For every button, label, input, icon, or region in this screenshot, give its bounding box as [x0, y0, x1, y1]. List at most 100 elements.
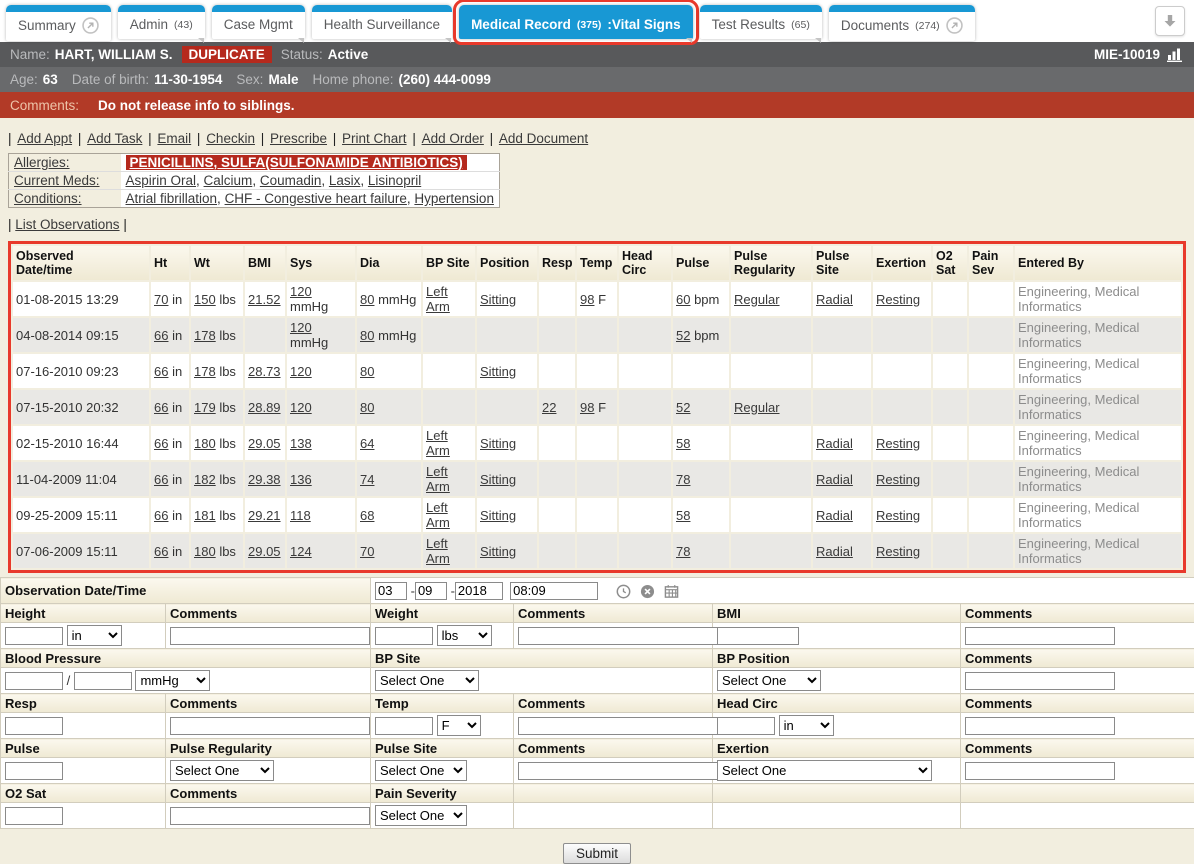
action-link-prescribe[interactable]: Prescribe: [270, 131, 327, 146]
condition-link[interactable]: Atrial fibrillation: [126, 191, 218, 206]
exertion-comments-input[interactable]: [965, 762, 1115, 780]
download-panel-button[interactable]: [1155, 6, 1185, 36]
observation-value-link[interactable]: 28.73: [248, 364, 281, 379]
clock-icon[interactable]: [616, 584, 631, 599]
bmi-input[interactable]: [717, 627, 799, 645]
clear-icon[interactable]: [640, 584, 655, 599]
observation-value-link[interactable]: 66: [154, 544, 168, 559]
medication-link[interactable]: Lisinopril: [368, 173, 421, 188]
observation-value-link[interactable]: 66: [154, 508, 168, 523]
observation-value-link[interactable]: 180: [194, 544, 216, 559]
height-input[interactable]: [5, 627, 63, 645]
observation-value-link[interactable]: Regular: [734, 400, 780, 415]
observation-value-link[interactable]: 28.89: [248, 400, 281, 415]
open-in-new-icon[interactable]: [946, 17, 963, 34]
height-unit-select[interactable]: in: [67, 625, 122, 646]
submit-button[interactable]: Submit: [563, 843, 631, 864]
temp-comments-input[interactable]: [518, 717, 723, 735]
observation-value-link[interactable]: Left Arm: [426, 284, 450, 314]
tab-test-results[interactable]: Test Results(65): [700, 5, 822, 39]
observation-value-link[interactable]: 124: [290, 544, 312, 559]
condition-link[interactable]: Hypertension: [414, 191, 494, 206]
observation-value-link[interactable]: Radial: [816, 292, 853, 307]
weight-input[interactable]: [375, 627, 433, 645]
observation-value-link[interactable]: 66: [154, 472, 168, 487]
o2-sat-comments-input[interactable]: [170, 807, 370, 825]
observation-value-link[interactable]: 80: [360, 400, 374, 415]
observation-value-link[interactable]: 138: [290, 436, 312, 451]
observation-value-link[interactable]: 68: [360, 508, 374, 523]
condition-link[interactable]: CHF - Congestive heart failure: [225, 191, 407, 206]
observation-value-link[interactable]: Radial: [816, 508, 853, 523]
weight-unit-select[interactable]: lbs: [437, 625, 492, 646]
observation-value-link[interactable]: 180: [194, 436, 216, 451]
observation-value-link[interactable]: 64: [360, 436, 374, 451]
bp-systolic-input[interactable]: [5, 672, 63, 690]
observation-value-link[interactable]: 150: [194, 292, 216, 307]
observation-value-link[interactable]: Sitting: [480, 472, 516, 487]
conditions-link[interactable]: Conditions:: [14, 191, 82, 206]
tab-case-mgmt[interactable]: Case Mgmt: [212, 5, 305, 39]
observation-value-link[interactable]: Sitting: [480, 292, 516, 307]
observation-value-link[interactable]: Radial: [816, 544, 853, 559]
observation-value-link[interactable]: 98: [580, 292, 594, 307]
temp-input[interactable]: [375, 717, 433, 735]
observation-value-link[interactable]: 70: [154, 292, 168, 307]
observation-value-link[interactable]: 60: [676, 292, 690, 307]
observation-value-link[interactable]: 120: [290, 320, 312, 335]
bp-diastolic-input[interactable]: [74, 672, 132, 690]
observation-value-link[interactable]: Left Arm: [426, 536, 450, 566]
observation-value-link[interactable]: 29.38: [248, 472, 281, 487]
observation-value-link[interactable]: 78: [676, 472, 690, 487]
action-link-add-appt[interactable]: Add Appt: [17, 131, 72, 146]
observation-value-link[interactable]: Resting: [876, 508, 920, 523]
observation-value-link[interactable]: Left Arm: [426, 464, 450, 494]
pain-severity-select[interactable]: Select One: [375, 805, 467, 826]
observation-value-link[interactable]: 98: [580, 400, 594, 415]
current-meds-link[interactable]: Current Meds:: [14, 173, 100, 188]
tab-documents[interactable]: Documents(274): [829, 5, 975, 41]
head-circ-unit-select[interactable]: in: [779, 715, 834, 736]
observation-value-link[interactable]: 66: [154, 328, 168, 343]
observation-value-link[interactable]: 120: [290, 364, 312, 379]
observation-value-link[interactable]: 179: [194, 400, 216, 415]
observation-value-link[interactable]: Regular: [734, 292, 780, 307]
action-link-checkin[interactable]: Checkin: [206, 131, 255, 146]
observation-value-link[interactable]: Resting: [876, 544, 920, 559]
observation-value-link[interactable]: 120: [290, 400, 312, 415]
observation-value-link[interactable]: 80: [360, 328, 374, 343]
obs-year-input[interactable]: [455, 582, 503, 600]
observation-value-link[interactable]: 66: [154, 436, 168, 451]
obs-time-input[interactable]: [510, 582, 598, 600]
weight-comments-input[interactable]: [518, 627, 723, 645]
observation-value-link[interactable]: 52: [676, 400, 690, 415]
head-circ-input[interactable]: [717, 717, 775, 735]
observation-value-link[interactable]: Sitting: [480, 436, 516, 451]
bp-comments-input[interactable]: [965, 672, 1115, 690]
observation-value-link[interactable]: Resting: [876, 292, 920, 307]
observation-value-link[interactable]: 58: [676, 508, 690, 523]
observation-value-link[interactable]: 29.05: [248, 436, 281, 451]
observation-value-link[interactable]: Resting: [876, 436, 920, 451]
tab-admin[interactable]: Admin(43): [118, 5, 205, 39]
open-in-new-icon[interactable]: [82, 17, 99, 34]
obs-month-input[interactable]: [375, 582, 407, 600]
exertion-select[interactable]: Select One: [717, 760, 932, 781]
action-link-add-task[interactable]: Add Task: [87, 131, 142, 146]
medication-link[interactable]: Coumadin: [260, 173, 322, 188]
allergy-value-link[interactable]: PENICILLINS, SULFA(SULFONAMIDE ANTIBIOTI…: [126, 155, 467, 170]
bp-position-select[interactable]: Select One: [717, 670, 821, 691]
observation-value-link[interactable]: 182: [194, 472, 216, 487]
bmi-comments-input[interactable]: [965, 627, 1115, 645]
height-comments-input[interactable]: [170, 627, 370, 645]
tab-summary[interactable]: Summary: [6, 5, 111, 41]
pulse-site-select[interactable]: Select One: [375, 760, 467, 781]
observation-value-link[interactable]: 74: [360, 472, 374, 487]
observation-value-link[interactable]: 178: [194, 364, 216, 379]
observation-value-link[interactable]: Sitting: [480, 544, 516, 559]
observation-value-link[interactable]: 22: [542, 400, 556, 415]
list-observations-link[interactable]: List Observations: [15, 217, 119, 232]
observation-value-link[interactable]: 52: [676, 328, 690, 343]
action-link-add-document[interactable]: Add Document: [499, 131, 588, 146]
observation-value-link[interactable]: 118: [290, 508, 311, 523]
